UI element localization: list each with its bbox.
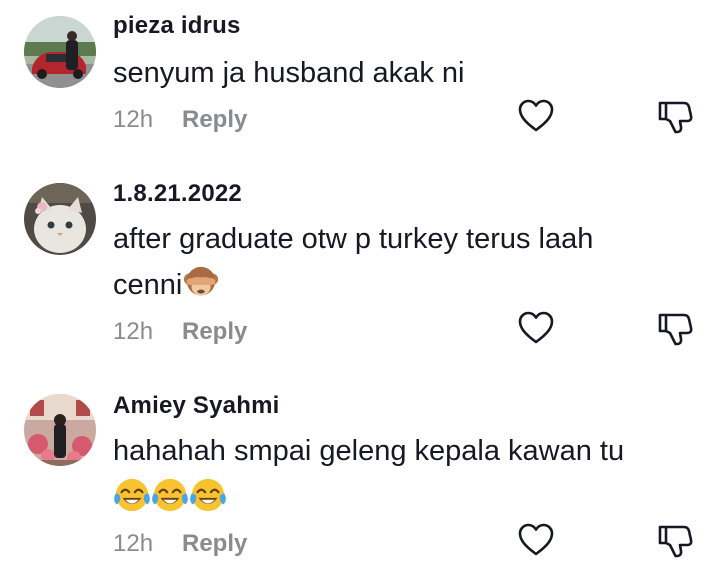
comment-username[interactable]: Amiey Syahmi — [113, 392, 279, 420]
comment-text: hahahah smpai geleng kepala kawan tu — [113, 428, 693, 520]
like-button[interactable] — [516, 520, 556, 560]
face-with-tears-of-joy-emoji — [189, 476, 227, 514]
comment-text-line: hahahah smpai geleng kepala kawan tu — [113, 435, 625, 467]
reply-button[interactable]: Reply — [182, 530, 247, 558]
thumbs-down-outline-icon — [658, 525, 693, 558]
dislike-button[interactable] — [655, 520, 695, 560]
avatar-photo-person — [24, 394, 96, 466]
comment-timestamp: 12h — [113, 530, 154, 557]
heart-outline-icon — [518, 523, 554, 556]
face-with-tears-of-joy-emoji — [113, 476, 151, 514]
comment-item: Amiey Syahmi hahahah smpai geleng kepala… — [0, 0, 720, 580]
comment-emoji-row — [113, 474, 693, 520]
face-with-tears-of-joy-emoji — [151, 476, 189, 514]
avatar[interactable] — [24, 394, 96, 466]
